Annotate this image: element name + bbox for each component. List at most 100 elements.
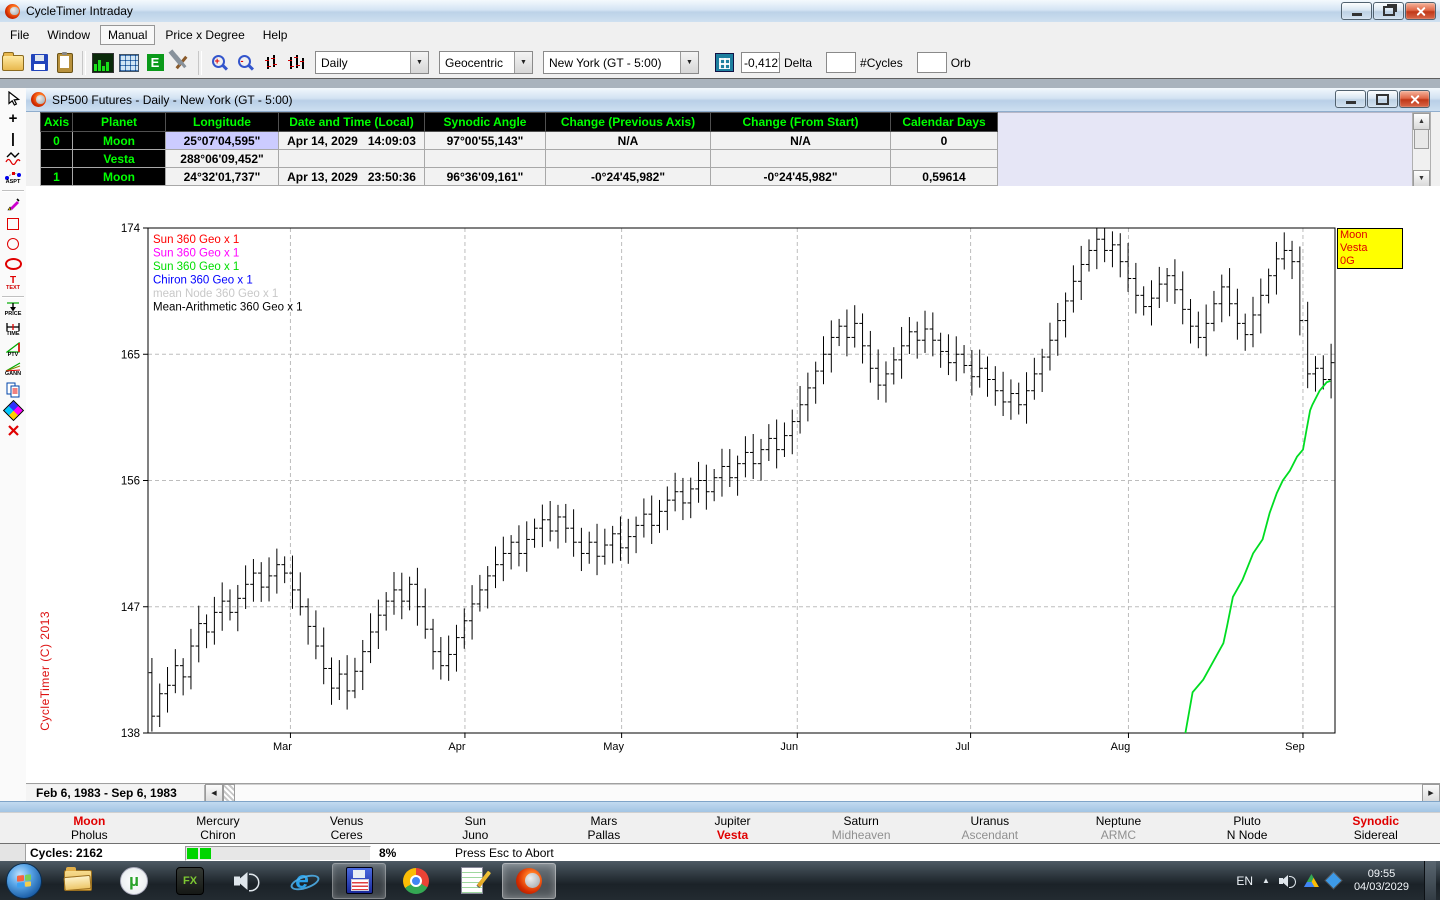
status-planet-column[interactable]: MarsPallas (540, 813, 669, 843)
table-cell[interactable]: 0 (41, 132, 73, 150)
child-minimize-button[interactable] (1335, 90, 1366, 108)
taskbar-item-notes[interactable] (446, 864, 498, 898)
table-cell[interactable]: Moon (73, 132, 166, 150)
status-planet-column[interactable]: MoonPholus (25, 813, 154, 843)
table-cell[interactable] (546, 150, 711, 168)
range-scrollbar-track[interactable] (235, 784, 1422, 802)
restore-button[interactable] (1373, 2, 1404, 20)
time-tool[interactable]: TIME (0, 320, 26, 340)
status-planet-column[interactable]: SaturnMidheaven (797, 813, 926, 843)
expand-bars-button[interactable] (285, 51, 309, 75)
crosshair-tool[interactable]: + (0, 108, 26, 128)
taskbar-item-volume[interactable] (220, 864, 272, 898)
taskbar-item-explorer[interactable] (52, 864, 104, 898)
status-planet-column[interactable]: SynodicSidereal (1311, 813, 1440, 843)
chevron-down-icon[interactable] (680, 52, 698, 73)
table-cell[interactable] (711, 150, 891, 168)
pencil-tool[interactable] (0, 194, 26, 214)
table-cell[interactable]: 0,59614 (891, 168, 998, 186)
table-cell[interactable]: N/A (711, 132, 891, 150)
table-cell[interactable]: 96°36'09,161" (425, 168, 546, 186)
paste-button[interactable] (53, 51, 77, 75)
grid-button[interactable] (117, 51, 141, 75)
orb-input[interactable] (917, 52, 947, 73)
menu-price-x-degree[interactable]: Price x Degree (157, 25, 252, 45)
chevron-down-icon[interactable] (410, 52, 428, 73)
taskbar-item-backup[interactable] (332, 863, 386, 899)
taskbar-item-chrome[interactable] (390, 864, 442, 898)
scroll-left-icon[interactable] (205, 784, 223, 802)
table-cell[interactable]: 25°07'04,595" (166, 132, 279, 150)
price-tool[interactable]: PRICE (0, 300, 26, 320)
taskbar-item-fx[interactable]: FX (164, 864, 216, 898)
scroll-down-icon[interactable] (1413, 170, 1430, 187)
status-planet-column[interactable]: NeptuneARMC (1054, 813, 1183, 843)
ephemeris-button[interactable]: E (143, 51, 167, 75)
zigzag-tool[interactable] (0, 148, 26, 168)
table-cell[interactable] (279, 150, 425, 168)
vertical-line-tool[interactable]: | (0, 128, 26, 148)
taskbar-item-cycletimer[interactable] (502, 863, 556, 899)
table-cell[interactable] (425, 150, 546, 168)
price-chart[interactable]: 174165156147138MarAprMayJunJulAugSepSun … (26, 186, 1440, 783)
taskbar-clock[interactable]: 09:55 04/03/2029 (1354, 868, 1409, 894)
annotation-box[interactable]: Moon Vesta 0G (1337, 228, 1403, 269)
dropbox-icon[interactable] (1326, 873, 1342, 889)
table-cell[interactable]: Moon (73, 168, 166, 186)
tools-button[interactable] (169, 51, 193, 75)
table-cell[interactable]: 0 (891, 132, 998, 150)
zoom-in-button[interactable]: + (207, 51, 231, 75)
table-cell[interactable]: 1 (41, 168, 73, 186)
status-planet-column[interactable]: PlutoN Node (1183, 813, 1312, 843)
ellipse-tool[interactable] (0, 254, 26, 274)
table-cell[interactable]: N/A (546, 132, 711, 150)
menu-window[interactable]: Window (39, 25, 98, 45)
table-cell[interactable]: 97°00'55,143" (425, 132, 546, 150)
coordinate-system-combo[interactable]: Geocentric (439, 51, 533, 74)
table-cell[interactable]: -0°24'45,982" (711, 168, 891, 186)
chevron-down-icon[interactable] (514, 52, 532, 73)
status-planet-column[interactable]: VenusCeres (282, 813, 411, 843)
aspect-tool[interactable]: ASPT (0, 168, 26, 188)
scroll-right-icon[interactable] (1422, 784, 1440, 802)
status-planet-column[interactable]: SunJuno (411, 813, 540, 843)
table-cell[interactable]: -0°24'45,982" (546, 168, 711, 186)
tray-expand-icon[interactable]: ▲ (1262, 876, 1270, 885)
ptv-tool[interactable]: PTV (0, 340, 26, 360)
chart-button[interactable] (91, 51, 115, 75)
save-button[interactable] (27, 51, 51, 75)
close-button[interactable] (1405, 2, 1436, 20)
menu-help[interactable]: Help (255, 25, 296, 45)
compress-bars-button[interactable] (259, 51, 283, 75)
pointer-tool[interactable] (0, 88, 26, 108)
taskbar-item-internet-explorer[interactable]: e (276, 864, 328, 898)
copy-tool[interactable] (0, 380, 26, 400)
tray-volume-icon[interactable] (1279, 874, 1295, 888)
child-close-button[interactable] (1399, 90, 1430, 108)
table-scrollbar[interactable] (1412, 112, 1431, 188)
num-cycles-input[interactable] (826, 52, 856, 73)
table-cell[interactable] (41, 150, 73, 168)
color-book-tool[interactable] (0, 400, 26, 420)
table-cell[interactable]: Apr 14, 2029 14:09:03 (279, 132, 425, 150)
table-cell[interactable]: 24°32'01,737" (166, 168, 279, 186)
table-cell[interactable]: Vesta (73, 150, 166, 168)
google-drive-icon[interactable] (1304, 874, 1319, 887)
text-tool[interactable]: T TEXT (0, 274, 26, 294)
circle-tool[interactable] (0, 234, 26, 254)
open-button[interactable] (1, 51, 25, 75)
timezone-combo[interactable]: New York (GT - 5:00) (543, 51, 699, 74)
start-button[interactable] (6, 863, 42, 899)
child-maximize-button[interactable] (1367, 90, 1398, 108)
zoom-out-button[interactable]: - (233, 51, 257, 75)
table-cell[interactable]: 288°06'09,452" (166, 150, 279, 168)
status-planet-column[interactable]: UranusAscendant (925, 813, 1054, 843)
delta-input[interactable]: -0,4127 (741, 52, 780, 73)
status-planet-column[interactable]: JupiterVesta (668, 813, 797, 843)
delete-tool[interactable] (0, 420, 26, 440)
minimize-button[interactable] (1341, 2, 1372, 20)
range-scrollbar-thumb[interactable] (223, 784, 235, 802)
show-desktop-button[interactable] (1424, 861, 1436, 900)
gann-tool[interactable]: GANN (0, 360, 26, 380)
calculator-button[interactable] (712, 51, 736, 75)
